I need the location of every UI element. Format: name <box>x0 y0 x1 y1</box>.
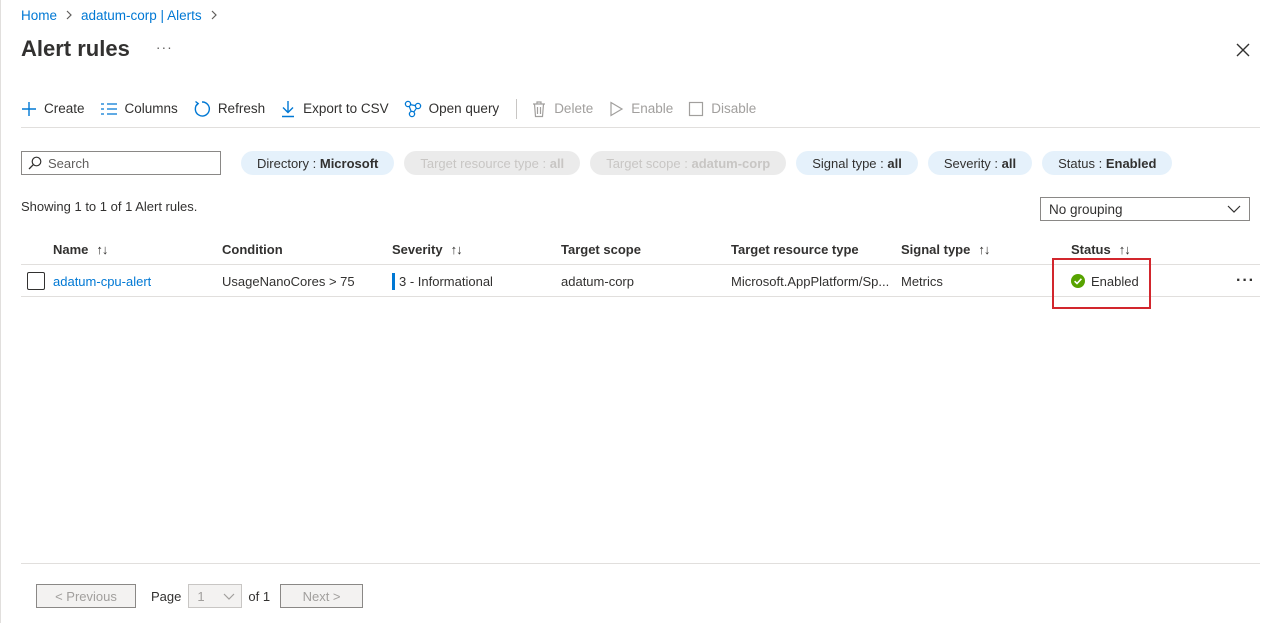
row-checkbox[interactable] <box>27 272 45 290</box>
delete-label: Delete <box>554 101 594 116</box>
disable-button[interactable]: Disable <box>688 96 756 122</box>
pill-label: Severity : <box>943 155 999 171</box>
filter-pill-status[interactable]: Status : Enabled <box>1042 151 1173 175</box>
pill-label: Target resource type : <box>420 155 547 171</box>
page-of-label: of 1 <box>248 588 271 604</box>
grouping-value: No grouping <box>1049 201 1123 217</box>
breadcrumb-alerts-link[interactable]: adatum-corp | Alerts <box>81 8 202 23</box>
column-header-severity[interactable]: Severity ↑↓ <box>392 233 462 265</box>
columns-button[interactable]: Columns <box>100 96 178 122</box>
sort-icon[interactable]: ↑↓ <box>978 242 989 257</box>
alert-rule-link[interactable]: adatum-cpu-alert <box>53 274 151 289</box>
plus-icon <box>22 101 36 116</box>
cell-target-resource-type: Microsoft.AppPlatform/Sp... <box>731 273 890 289</box>
column-header-condition: Condition <box>222 241 283 257</box>
row-more-icon[interactable]: ··· <box>1236 265 1255 297</box>
pill-value: all <box>887 155 902 171</box>
grouping-dropdown[interactable]: No grouping <box>1040 197 1250 221</box>
pill-value: adatum-corp <box>691 155 771 171</box>
query-icon <box>404 100 421 117</box>
sort-icon[interactable]: ↑↓ <box>1119 242 1130 257</box>
cell-name: adatum-cpu-alert <box>53 265 151 297</box>
filter-pill-target-resource-type: Target resource type : all <box>404 151 581 175</box>
alert-rules-table: Name ↑↓ Condition Severity ↑↓ Target scope… <box>21 233 1260 309</box>
refresh-icon <box>194 100 210 117</box>
chevron-down-icon <box>1227 205 1241 213</box>
close-button[interactable] <box>1233 40 1253 60</box>
columns-icon <box>100 102 117 115</box>
pill-value: all <box>549 155 565 171</box>
previous-page-button[interactable]: < Previous <box>36 584 136 608</box>
next-page-button[interactable]: Next > <box>280 584 364 608</box>
pill-value: Enabled <box>1105 155 1157 171</box>
refresh-button[interactable]: Refresh <box>193 96 265 122</box>
open-query-label: Open query <box>428 101 500 116</box>
download-icon <box>282 100 295 117</box>
export-csv-button[interactable]: Export to CSV <box>280 96 389 122</box>
status-highlight-box <box>1052 258 1151 309</box>
title-row: Alert rules ··· <box>21 36 173 62</box>
pill-label: Signal type : <box>812 155 884 171</box>
delete-button[interactable]: Delete <box>531 96 593 122</box>
filter-bar: Directory : Microsoft Target resource ty… <box>21 151 1173 175</box>
sort-icon[interactable]: ↑↓ <box>96 242 107 257</box>
footer-divider <box>21 563 1260 564</box>
disable-label: Disable <box>711 101 757 116</box>
play-icon <box>610 100 624 117</box>
pill-value: Microsoft <box>319 155 379 171</box>
create-button[interactable]: Create <box>21 96 85 122</box>
page-title: Alert rules <box>21 36 130 61</box>
pill-value: all <box>1001 155 1017 171</box>
cell-target-scope: adatum-corp <box>561 273 634 289</box>
enable-button[interactable]: Enable <box>608 96 673 122</box>
trash-icon <box>533 100 546 117</box>
command-bar: Create Columns Refresh Export to CSV Ope… <box>21 96 1260 128</box>
results-summary: Showing 1 to 1 of 1 Alert rules. <box>21 199 198 214</box>
severity-indicator <box>392 272 395 290</box>
export-csv-label: Export to CSV <box>303 101 389 116</box>
page-select[interactable]: 1 <box>188 584 243 608</box>
refresh-label: Refresh <box>217 101 266 116</box>
cell-severity: 3 - Informational <box>392 265 493 297</box>
chevron-right-icon <box>210 8 218 23</box>
breadcrumb-home-link[interactable]: Home <box>21 8 57 23</box>
column-header-signal-type[interactable]: Signal type ↑↓ <box>901 233 989 265</box>
create-label: Create <box>44 101 85 116</box>
more-options-icon[interactable]: ··· <box>156 39 173 55</box>
left-border <box>0 0 1 623</box>
cell-signal-type: Metrics <box>901 273 943 289</box>
filter-pill-directory[interactable]: Directory : Microsoft <box>241 151 395 175</box>
pagination: < Previous Page 1 of 1 Next > <box>36 584 364 608</box>
row-select-cell <box>27 265 45 297</box>
chevron-right-icon <box>65 8 73 23</box>
page-select-value: 1 <box>197 588 205 604</box>
close-icon <box>1236 43 1250 57</box>
search-icon <box>28 156 42 170</box>
pill-label: Target scope : <box>606 155 688 171</box>
enable-label: Enable <box>631 101 674 116</box>
pill-label: Status : <box>1058 155 1103 171</box>
breadcrumb: Home adatum-corp | Alerts <box>21 8 220 23</box>
sort-icon[interactable]: ↑↓ <box>451 242 462 257</box>
cell-condition: UsageNanoCores > 75 <box>222 273 355 289</box>
filter-pill-target-scope: Target scope : adatum-corp <box>590 151 787 175</box>
filter-pill-signal-type[interactable]: Signal type : all <box>796 151 918 175</box>
page-label: Page <box>151 588 182 604</box>
filter-pill-severity[interactable]: Severity : all <box>927 151 1033 175</box>
chevron-down-icon <box>223 593 235 600</box>
stop-icon <box>689 101 704 116</box>
search-box[interactable] <box>21 151 221 175</box>
pill-label: Directory : <box>257 155 317 171</box>
column-header-name[interactable]: Name ↑↓ <box>53 233 107 265</box>
toolbar-divider <box>516 98 518 119</box>
table-row: adatum-cpu-alert UsageNanoCores > 75 3 -… <box>21 258 1260 309</box>
column-header-target-resource-type: Target resource type <box>731 241 859 257</box>
columns-label: Columns <box>124 101 178 116</box>
search-input[interactable] <box>48 155 208 171</box>
open-query-button[interactable]: Open query <box>404 96 500 122</box>
column-header-target-scope: Target scope <box>561 241 641 257</box>
